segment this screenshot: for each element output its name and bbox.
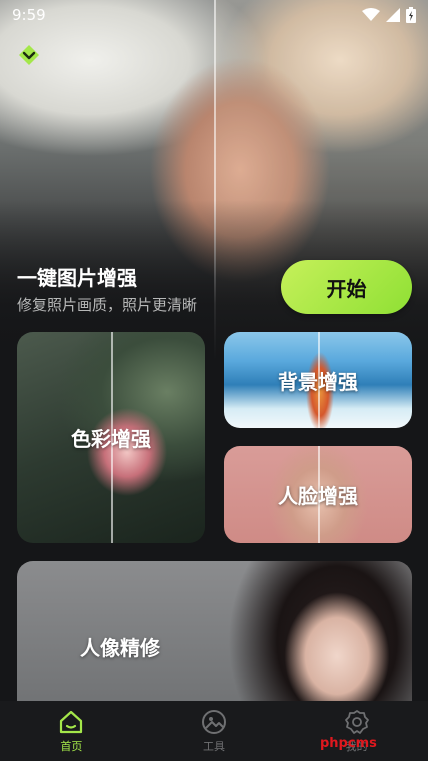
portrait-retouch-label: 人像精修 — [80, 635, 160, 660]
status-icons — [362, 7, 416, 23]
nav-item-home[interactable]: 首页 — [21, 709, 121, 754]
color-enhance-card[interactable]: 色彩增强 — [17, 332, 205, 543]
hero-title: 一键图片增强 — [17, 266, 137, 290]
status-bar: 9:59 — [0, 0, 428, 30]
nav-item-tools[interactable]: 工具 — [164, 709, 264, 754]
status-time: 9:59 — [12, 6, 46, 24]
start-button[interactable]: 开始 — [281, 260, 412, 314]
home-icon — [60, 710, 83, 733]
bottom-nav: 首页 工具 我的 — [0, 701, 428, 761]
image-tool-icon — [201, 709, 226, 734]
chevron-down-icon — [19, 45, 39, 65]
watermark: phpcms — [320, 736, 377, 751]
signal-icon — [386, 8, 400, 22]
wifi-icon — [362, 8, 380, 21]
hero-subtitle: 修复照片画质，照片更清晰 — [17, 296, 198, 314]
settings-icon — [344, 709, 369, 734]
nav-label-tools: 工具 — [202, 739, 225, 753]
portrait-retouch-card[interactable]: 人像精修 — [17, 561, 412, 721]
face-enhance-card[interactable]: 人脸增强 — [224, 446, 412, 543]
nav-label-home: 首页 — [60, 739, 83, 753]
background-enhance-card[interactable]: 背景增强 — [224, 332, 412, 428]
background-enhance-label: 背景增强 — [278, 369, 358, 394]
face-enhance-label: 人脸增强 — [278, 484, 358, 508]
collapse-toggle[interactable] — [16, 42, 42, 68]
battery-icon — [406, 7, 416, 23]
color-enhance-label: 色彩增强 — [71, 427, 151, 451]
